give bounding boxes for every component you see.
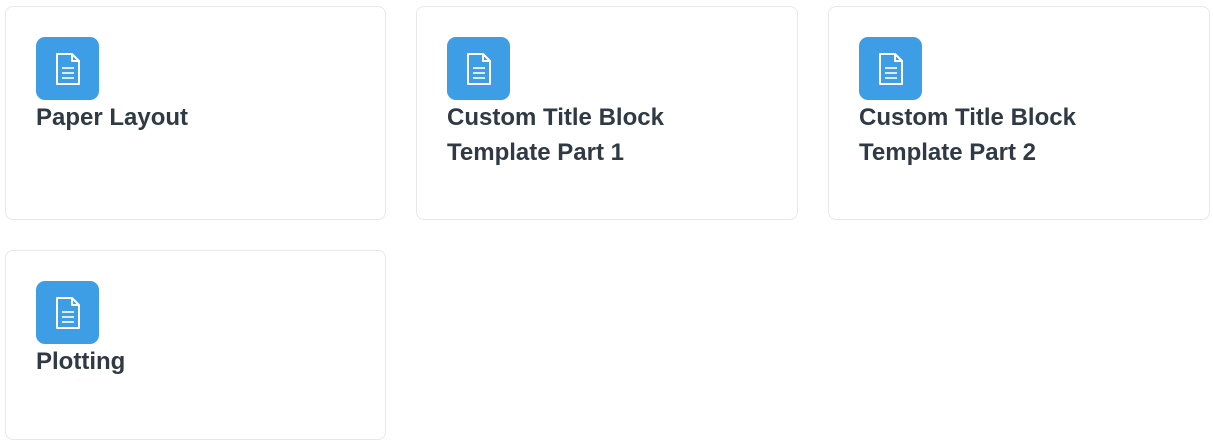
- card-title: Plotting: [36, 348, 126, 375]
- card-title: Custom Title Block Template Part 1: [447, 104, 664, 166]
- card-title: Paper Layout: [36, 104, 189, 131]
- card-title: Custom Title Block Template Part 2: [859, 104, 1076, 166]
- document-icon: [859, 37, 922, 100]
- card-custom-title-block-part-2[interactable]: Custom Title Block Template Part 2: [828, 6, 1210, 220]
- card-grid: Paper Layout Custom Title Block Template…: [0, 0, 1213, 446]
- document-icon: [447, 37, 510, 100]
- card-paper-layout[interactable]: Paper Layout: [5, 6, 386, 220]
- document-icon: [36, 37, 99, 100]
- card-custom-title-block-part-1[interactable]: Custom Title Block Template Part 1: [416, 6, 798, 220]
- document-icon: [36, 281, 99, 344]
- card-plotting[interactable]: Plotting: [5, 250, 386, 440]
